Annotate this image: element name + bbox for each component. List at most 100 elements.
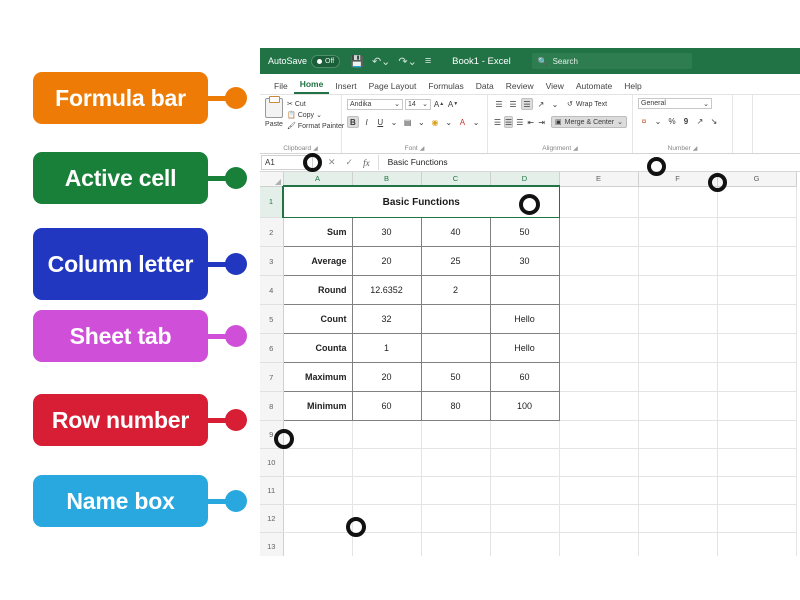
autosave-control[interactable]: AutoSave Off bbox=[268, 55, 340, 68]
cell-A10[interactable] bbox=[283, 449, 352, 477]
row-header-2[interactable]: 2 bbox=[260, 218, 283, 247]
cell-G3[interactable] bbox=[717, 247, 796, 276]
cell-C8[interactable]: 80 bbox=[421, 392, 490, 421]
cell-F5[interactable] bbox=[638, 305, 717, 334]
cell-D10[interactable] bbox=[490, 449, 559, 477]
bold-button[interactable]: B bbox=[347, 116, 359, 128]
cell-E1[interactable] bbox=[559, 186, 638, 218]
cell-B2[interactable]: 30 bbox=[352, 218, 421, 247]
cell-A7[interactable]: Maximum bbox=[283, 363, 352, 392]
row-header-6[interactable]: 6 bbox=[260, 334, 283, 363]
comma-style-icon[interactable]: 9 bbox=[680, 115, 692, 127]
cell-F13[interactable] bbox=[638, 533, 717, 557]
cell-D13[interactable] bbox=[490, 533, 559, 557]
ribbon-tab-review[interactable]: Review bbox=[500, 81, 540, 94]
cut-button[interactable]: ✂Cut bbox=[287, 100, 344, 108]
increase-indent-icon[interactable]: ⇥ bbox=[537, 116, 546, 128]
cell-E7[interactable] bbox=[559, 363, 638, 392]
cell-G12[interactable] bbox=[717, 505, 796, 533]
active-cell-a1[interactable]: Basic Functions bbox=[283, 186, 559, 218]
cell-G9[interactable] bbox=[717, 421, 796, 449]
number-dialog-launcher-icon[interactable]: ◢ bbox=[693, 145, 698, 152]
italic-button[interactable]: I bbox=[361, 116, 373, 128]
cell-D3[interactable]: 30 bbox=[490, 247, 559, 276]
shrink-font-button[interactable]: A▼ bbox=[447, 98, 459, 110]
align-bottom-icon[interactable]: ☰ bbox=[521, 98, 533, 110]
cell-F8[interactable] bbox=[638, 392, 717, 421]
cell-B10[interactable] bbox=[352, 449, 421, 477]
ribbon-tab-automate[interactable]: Automate bbox=[570, 81, 618, 94]
cell-E10[interactable] bbox=[559, 449, 638, 477]
cell-B11[interactable] bbox=[352, 477, 421, 505]
cell-D6[interactable]: Hello bbox=[490, 334, 559, 363]
row-header-5[interactable]: 5 bbox=[260, 305, 283, 334]
row-header-4[interactable]: 4 bbox=[260, 276, 283, 305]
font-color-dropdown-icon[interactable]: ⌄ bbox=[470, 116, 482, 128]
decrease-decimal-icon[interactable]: ↘ bbox=[708, 115, 720, 127]
cell-E5[interactable] bbox=[559, 305, 638, 334]
cell-B7[interactable]: 20 bbox=[352, 363, 421, 392]
borders-dropdown-icon[interactable]: ⌄ bbox=[416, 116, 428, 128]
cell-D12[interactable] bbox=[490, 505, 559, 533]
cell-F4[interactable] bbox=[638, 276, 717, 305]
clipboard-dialog-launcher-icon[interactable]: ◢ bbox=[313, 145, 318, 152]
cell-G11[interactable] bbox=[717, 477, 796, 505]
cell-F12[interactable] bbox=[638, 505, 717, 533]
cell-G4[interactable] bbox=[717, 276, 796, 305]
cell-C10[interactable] bbox=[421, 449, 490, 477]
cell-D4[interactable] bbox=[490, 276, 559, 305]
align-left-icon[interactable]: ☰ bbox=[493, 116, 502, 128]
cell-C2[interactable]: 40 bbox=[421, 218, 490, 247]
row-header-7[interactable]: 7 bbox=[260, 363, 283, 392]
font-color-icon[interactable]: A bbox=[457, 116, 469, 128]
format-painter-button[interactable]: 🖌Format Painter bbox=[287, 122, 344, 130]
cell-B6[interactable]: 1 bbox=[352, 334, 421, 363]
cell-A6[interactable]: Counta bbox=[283, 334, 352, 363]
cell-F11[interactable] bbox=[638, 477, 717, 505]
orientation-dropdown-icon[interactable]: ⌄ bbox=[549, 98, 561, 110]
cell-B5[interactable]: 32 bbox=[352, 305, 421, 334]
cell-C3[interactable]: 25 bbox=[421, 247, 490, 276]
column-header-B[interactable]: B bbox=[352, 172, 421, 186]
cell-E8[interactable] bbox=[559, 392, 638, 421]
align-middle-icon[interactable]: ☰ bbox=[507, 98, 519, 110]
column-header-E[interactable]: E bbox=[559, 172, 638, 186]
cell-E11[interactable] bbox=[559, 477, 638, 505]
merge-center-button[interactable]: ▣ Merge & Center ⌄ bbox=[551, 116, 627, 128]
cell-E12[interactable] bbox=[559, 505, 638, 533]
formula-bar-input[interactable]: Basic Functions bbox=[378, 155, 800, 170]
cell-C6[interactable] bbox=[421, 334, 490, 363]
cell-G8[interactable] bbox=[717, 392, 796, 421]
increase-decimal-icon[interactable]: ↗ bbox=[694, 115, 706, 127]
ribbon-tab-view[interactable]: View bbox=[540, 81, 570, 94]
cell-F10[interactable] bbox=[638, 449, 717, 477]
cell-F3[interactable] bbox=[638, 247, 717, 276]
cancel-icon[interactable]: ✕ bbox=[328, 157, 336, 168]
ribbon-tab-file[interactable]: File bbox=[268, 81, 294, 94]
row-header-13[interactable]: 13 bbox=[260, 533, 283, 557]
ribbon-tab-data[interactable]: Data bbox=[470, 81, 500, 94]
cell-D2[interactable]: 50 bbox=[490, 218, 559, 247]
cell-E4[interactable] bbox=[559, 276, 638, 305]
insert-function-icon[interactable]: fx bbox=[363, 158, 370, 168]
cell-B8[interactable]: 60 bbox=[352, 392, 421, 421]
cell-C7[interactable]: 50 bbox=[421, 363, 490, 392]
underline-button[interactable]: U bbox=[374, 116, 386, 128]
cell-A5[interactable]: Count bbox=[283, 305, 352, 334]
number-format-select[interactable]: General ⌄ bbox=[638, 98, 712, 109]
font-dialog-launcher-icon[interactable]: ◢ bbox=[420, 145, 425, 152]
cell-F7[interactable] bbox=[638, 363, 717, 392]
cell-G10[interactable] bbox=[717, 449, 796, 477]
cell-E2[interactable] bbox=[559, 218, 638, 247]
row-header-12[interactable]: 12 bbox=[260, 505, 283, 533]
cell-G13[interactable] bbox=[717, 533, 796, 557]
cell-A12[interactable] bbox=[283, 505, 352, 533]
cell-E6[interactable] bbox=[559, 334, 638, 363]
percent-style-icon[interactable]: % bbox=[666, 115, 678, 127]
copy-button[interactable]: 📋Copy⌄ bbox=[287, 111, 344, 119]
column-header-A[interactable]: A bbox=[283, 172, 352, 186]
qat-more-icon[interactable]: ≡ bbox=[425, 55, 431, 67]
align-right-icon[interactable]: ☰ bbox=[515, 116, 524, 128]
cell-F1[interactable] bbox=[638, 186, 717, 218]
borders-icon[interactable]: ▤ bbox=[402, 116, 414, 128]
